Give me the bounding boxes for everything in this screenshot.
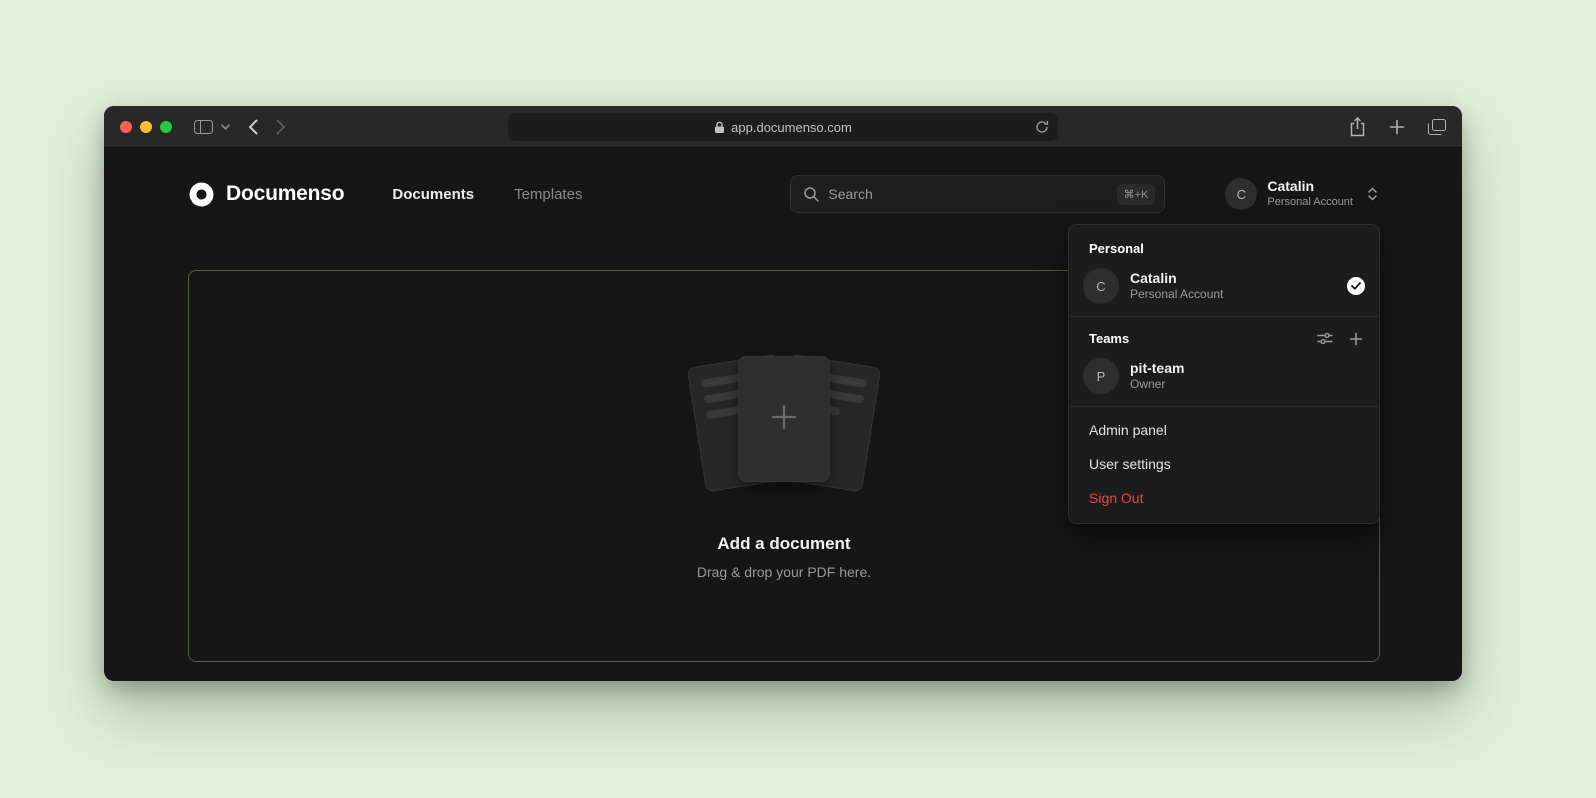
url-text: app.documenso.com	[731, 120, 852, 135]
avatar: C	[1225, 178, 1257, 210]
main-nav: Documents Templates	[392, 186, 582, 203]
nav-templates[interactable]: Templates	[514, 186, 582, 203]
manage-teams-icon[interactable]	[1317, 332, 1333, 345]
profile-text: Catalin Personal Account	[1267, 178, 1353, 209]
menu-divider	[1069, 406, 1379, 407]
search-shortcut-badge: ⌘+K	[1117, 184, 1156, 205]
close-button[interactable]	[120, 121, 132, 133]
sidebar-toggle-icon[interactable]	[194, 120, 213, 134]
chevron-up-down-icon	[1367, 186, 1378, 202]
account-text: Catalin Personal Account	[1130, 269, 1336, 303]
check-icon	[1347, 277, 1365, 295]
toolbar-right-actions	[1349, 117, 1446, 137]
team-role: Owner	[1130, 377, 1365, 393]
profile-subtitle: Personal Account	[1267, 196, 1353, 210]
menu-section-teams: Teams	[1069, 323, 1379, 354]
lock-icon	[714, 121, 725, 134]
reload-icon[interactable]	[1035, 120, 1049, 134]
sidebar-chevron-down-icon[interactable]	[221, 124, 230, 130]
back-button-icon[interactable]	[248, 119, 258, 135]
menu-item-team[interactable]: P pit-team Owner	[1069, 354, 1379, 404]
add-team-icon[interactable]	[1349, 332, 1363, 346]
avatar: P	[1083, 358, 1119, 394]
menu-item-admin-panel[interactable]: Admin panel	[1069, 413, 1379, 447]
tab-overview-icon[interactable]	[1428, 119, 1446, 135]
nav-documents[interactable]: Documents	[392, 186, 474, 203]
teams-label: Teams	[1089, 331, 1317, 346]
browser-window: app.documenso.com Documenso Doc	[104, 106, 1462, 681]
menu-item-user-settings[interactable]: User settings	[1069, 447, 1379, 481]
brand[interactable]: Documenso	[188, 181, 344, 208]
avatar: C	[1083, 268, 1119, 304]
account-menu: Personal C Catalin Personal Account Team…	[1068, 224, 1380, 524]
share-icon[interactable]	[1349, 117, 1366, 137]
dropzone-title: Add a document	[717, 534, 850, 554]
account-subtitle: Personal Account	[1130, 287, 1336, 303]
forward-button-icon[interactable]	[276, 119, 286, 135]
menu-item-personal-account[interactable]: C Catalin Personal Account	[1069, 264, 1379, 314]
documenso-logo-icon	[188, 181, 215, 208]
illustration-card-center	[738, 356, 830, 482]
profile-name: Catalin	[1267, 178, 1353, 196]
app-header: Documenso Documents Templates ⌘+K C Cata…	[188, 172, 1378, 216]
account-name: Catalin	[1130, 269, 1336, 287]
account-menu-trigger[interactable]: C Catalin Personal Account	[1225, 178, 1378, 210]
menu-item-sign-out[interactable]: Sign Out	[1069, 481, 1379, 515]
search-input[interactable]	[828, 186, 1107, 202]
menu-divider	[1069, 316, 1379, 317]
new-tab-icon[interactable]	[1389, 119, 1405, 135]
address-bar[interactable]: app.documenso.com	[508, 113, 1058, 141]
team-name: pit-team	[1130, 359, 1365, 377]
minimize-button[interactable]	[140, 121, 152, 133]
browser-toolbar: app.documenso.com	[104, 106, 1462, 148]
teams-actions	[1317, 332, 1363, 346]
team-text: pit-team Owner	[1130, 359, 1365, 393]
menu-section-personal: Personal	[1069, 231, 1379, 264]
search-icon	[803, 186, 819, 202]
documents-illustration	[664, 352, 904, 500]
dropzone-subtitle: Drag & drop your PDF here.	[697, 564, 871, 580]
zoom-button[interactable]	[160, 121, 172, 133]
traffic-lights	[120, 121, 172, 133]
search-bar[interactable]: ⌘+K	[790, 175, 1165, 213]
plus-icon	[767, 400, 801, 439]
brand-name: Documenso	[226, 182, 344, 206]
